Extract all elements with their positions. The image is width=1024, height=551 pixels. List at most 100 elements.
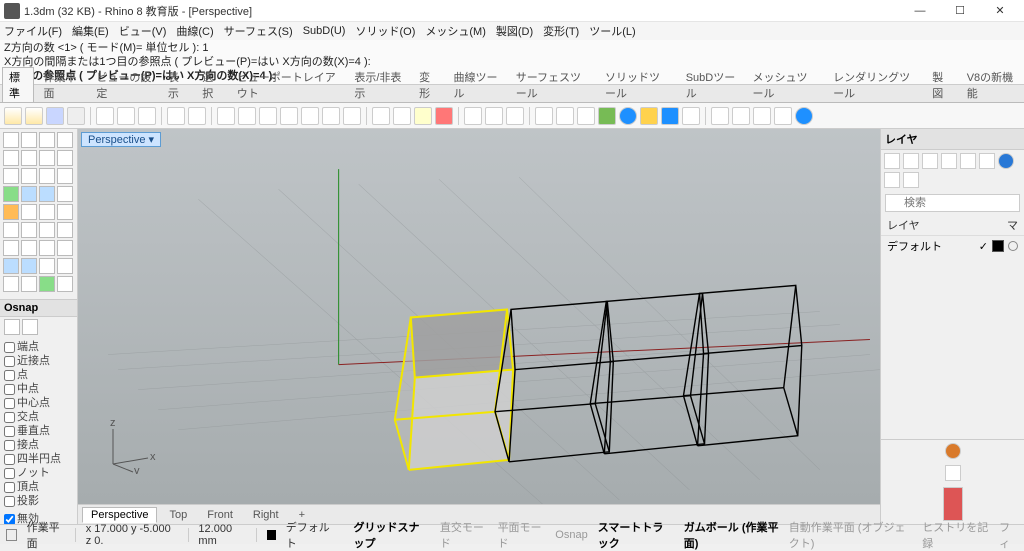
align-icon[interactable] xyxy=(39,258,55,274)
copy2-icon[interactable] xyxy=(21,240,37,256)
dock-panels-icon[interactable] xyxy=(943,487,963,521)
rotate2-icon[interactable] xyxy=(39,240,55,256)
paste-icon[interactable] xyxy=(138,107,156,125)
select-icon[interactable] xyxy=(3,132,19,148)
menu-curve[interactable]: 曲線(C) xyxy=(176,23,213,39)
move-icon[interactable] xyxy=(3,240,19,256)
join-icon[interactable] xyxy=(753,107,771,125)
tab-viewset[interactable]: ビューの設定 xyxy=(89,67,158,102)
osnap-perp-check[interactable] xyxy=(4,426,15,437)
zoom-window-icon[interactable] xyxy=(301,107,319,125)
layer-icon[interactable] xyxy=(598,107,616,125)
tab-subdtools[interactable]: SubDツール xyxy=(679,67,744,102)
tab-visibility[interactable]: 表示/非表示 xyxy=(347,67,410,102)
osnap-mid-check[interactable] xyxy=(4,384,15,395)
osnap-tan[interactable]: 接点 xyxy=(4,438,73,452)
osnap-int-check[interactable] xyxy=(4,412,15,423)
osnap-knot-check[interactable] xyxy=(4,468,15,479)
menu-mesh[interactable]: メッシュ(M) xyxy=(425,23,486,39)
lasso-icon[interactable] xyxy=(21,132,37,148)
open-icon[interactable] xyxy=(25,107,43,125)
status-ortho[interactable]: 直交モード xyxy=(440,519,488,551)
sweep-icon[interactable] xyxy=(21,204,37,220)
status-cplane[interactable]: 作業平面 xyxy=(27,519,65,551)
text-icon[interactable] xyxy=(57,168,73,184)
layer-list-icon[interactable] xyxy=(903,172,919,188)
osnap-end[interactable]: 端点 xyxy=(4,340,73,354)
line-icon[interactable] xyxy=(3,150,19,166)
redo-icon[interactable] xyxy=(188,107,206,125)
tab-standard[interactable]: 標準 xyxy=(2,67,34,102)
wireframe-icon[interactable] xyxy=(485,107,503,125)
menu-surface[interactable]: サーフェス(S) xyxy=(224,23,293,39)
tab-solidtools[interactable]: ソリッドツール xyxy=(598,67,677,102)
rendered-icon[interactable] xyxy=(506,107,524,125)
tab-cplane[interactable]: 作業平面 xyxy=(36,67,87,102)
osnap-knot[interactable]: ノット xyxy=(4,466,73,480)
status-smarttrack[interactable]: スマートトラック xyxy=(598,519,674,551)
osnap-proj-icon[interactable] xyxy=(4,319,20,335)
circle-icon[interactable] xyxy=(39,150,55,166)
undo-icon[interactable] xyxy=(167,107,185,125)
lock-icon[interactable] xyxy=(577,107,595,125)
osnap-disable-check[interactable] xyxy=(4,514,15,525)
trim-icon[interactable] xyxy=(774,107,792,125)
viewtab-front[interactable]: Front xyxy=(199,508,241,522)
tab-select[interactable]: 選択 xyxy=(195,67,227,102)
tab-display[interactable]: 表示 xyxy=(161,67,193,102)
tab-transform[interactable]: 変形 xyxy=(412,67,444,102)
viewtab-top[interactable]: Top xyxy=(161,508,195,522)
tab-curvetools[interactable]: 曲線ツール xyxy=(447,67,507,102)
offset-icon[interactable] xyxy=(57,204,73,220)
copy-icon[interactable] xyxy=(117,107,135,125)
layer-tools-icon[interactable] xyxy=(979,153,995,169)
layer-row-default[interactable]: デフォルト ✓ xyxy=(881,236,1024,256)
osnap-tan-check[interactable] xyxy=(4,440,15,451)
viewport-perspective[interactable]: Perspective ▾ xyxy=(78,129,880,504)
pipe-icon[interactable] xyxy=(39,204,55,220)
scale-icon[interactable] xyxy=(57,240,73,256)
tab-meshtools[interactable]: メッシュツール xyxy=(746,67,825,102)
array-icon[interactable] xyxy=(21,258,37,274)
fillet-icon[interactable] xyxy=(3,222,19,238)
menu-tools[interactable]: ツール(L) xyxy=(589,23,635,39)
layer-filter-icon[interactable] xyxy=(960,153,976,169)
status-autocplane[interactable]: 自動作業平面 (オブジェクト) xyxy=(789,519,913,551)
help-icon[interactable] xyxy=(795,107,813,125)
options-icon[interactable] xyxy=(682,107,700,125)
revolve-icon[interactable] xyxy=(57,186,73,202)
status-gridsnap[interactable]: グリッドスナップ xyxy=(353,519,429,551)
point-icon[interactable] xyxy=(57,132,73,148)
named-cplane-icon[interactable] xyxy=(414,107,432,125)
hatch-icon[interactable] xyxy=(21,276,37,292)
undoview-icon[interactable] xyxy=(372,107,390,125)
polyline-icon[interactable] xyxy=(39,132,55,148)
osnap-mid[interactable]: 中点 xyxy=(4,382,73,396)
osnap-project[interactable]: 投影 xyxy=(4,494,73,508)
curve-icon[interactable] xyxy=(3,168,19,184)
osnap-vertex-check[interactable] xyxy=(4,482,15,493)
osnap-filter-icon[interactable] xyxy=(22,319,38,335)
osnap-near[interactable]: 近接点 xyxy=(4,354,73,368)
hide-icon[interactable] xyxy=(535,107,553,125)
analyze-icon[interactable] xyxy=(39,276,55,292)
menu-view[interactable]: ビュー(V) xyxy=(119,23,167,39)
dock-props-icon[interactable] xyxy=(945,465,961,481)
material-icon[interactable] xyxy=(661,107,679,125)
chamfer-icon[interactable] xyxy=(21,222,37,238)
tab-layout[interactable]: ビューポートレイアウト xyxy=(230,67,346,102)
tab-drafting2[interactable]: 製図 xyxy=(925,67,957,102)
dimension-icon[interactable] xyxy=(3,276,19,292)
menu-solid[interactable]: ソリッド(O) xyxy=(355,23,415,39)
save-icon[interactable] xyxy=(46,107,64,125)
explode-icon[interactable] xyxy=(732,107,750,125)
layer-help-icon[interactable] xyxy=(998,153,1014,169)
osnap-perp[interactable]: 垂直点 xyxy=(4,424,73,438)
viewtab-right[interactable]: Right xyxy=(245,508,287,522)
layer-color-swatch[interactable] xyxy=(992,240,1004,252)
loft-icon[interactable] xyxy=(3,204,19,220)
polygon-icon[interactable] xyxy=(39,168,55,184)
zoom-in-icon[interactable] xyxy=(259,107,277,125)
status-osnap[interactable]: Osnap xyxy=(555,529,587,541)
tab-v8new[interactable]: V8の新機能 xyxy=(960,67,1022,102)
